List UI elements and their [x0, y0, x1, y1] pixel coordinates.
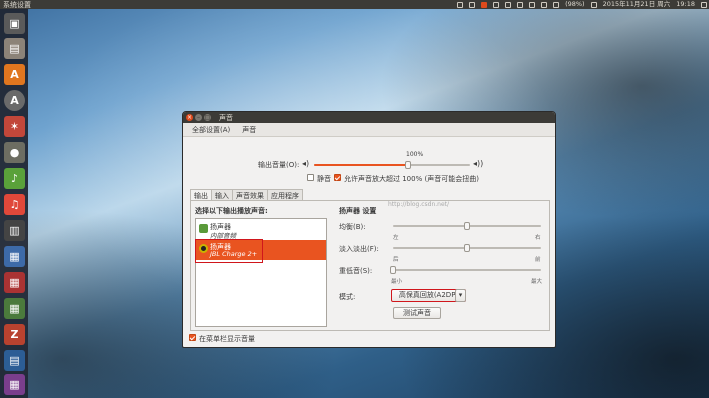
- disk-icon[interactable]: ●: [4, 142, 25, 163]
- chevron-down-icon[interactable]: ▾: [455, 289, 466, 302]
- highlight-box: [195, 239, 263, 263]
- app-icon-6[interactable]: ▦: [4, 374, 25, 395]
- gear-icon[interactable]: [701, 1, 707, 8]
- watermark: http://blog.csdn.net/: [388, 201, 450, 208]
- settings-icon[interactable]: ✶: [4, 116, 25, 137]
- fade-front-label: 前: [535, 257, 541, 263]
- network-updown-icon[interactable]: [541, 1, 548, 8]
- maximize-icon[interactable]: □: [204, 114, 211, 121]
- output-volume-label: 输出音量(O):: [258, 161, 300, 169]
- files-icon[interactable]: ▣: [4, 13, 25, 34]
- mail-icon[interactable]: [529, 1, 536, 8]
- subwoofer-min-label: 最小: [391, 279, 403, 285]
- printer-icon[interactable]: ▥: [4, 220, 25, 241]
- fade-label: 淡入淡出(F):: [339, 245, 379, 253]
- subwoofer-handle[interactable]: [390, 266, 396, 274]
- subwoofer-slider[interactable]: [390, 266, 541, 274]
- subwoofer-max-label: 最大: [531, 279, 543, 285]
- output-device-list: 扬声器 内部音频 扬声器 JBL Charge 2+: [195, 218, 327, 327]
- keyboard-icon[interactable]: [469, 1, 476, 8]
- mode-label: 模式:: [339, 293, 356, 301]
- speaker-icon: [199, 224, 208, 233]
- updates-icon[interactable]: A: [4, 90, 25, 111]
- minimize-icon[interactable]: –: [195, 114, 202, 121]
- network-icon[interactable]: [457, 1, 464, 8]
- top-panel: 系统设置 (98%) 2015年11月21日 周六 19:18: [0, 0, 709, 9]
- mute-checkbox[interactable]: [307, 174, 314, 181]
- device-list-heading: 选择以下输出播放声音:: [195, 207, 268, 215]
- balance-left-label: 左: [393, 235, 399, 241]
- output-tab-panel: 选择以下输出播放声音: 扬声器 内部音频 扬声器 JBL Charge 2+ 扬…: [190, 200, 550, 331]
- overamplify-label: 允许声音放大超过 100% (声音可能会扭曲): [344, 175, 479, 183]
- app-icon-4[interactable]: Z: [4, 324, 25, 345]
- software-center-icon[interactable]: A: [4, 64, 25, 85]
- time-text[interactable]: 19:18: [676, 0, 695, 9]
- subwoofer-label: 重低音(S):: [339, 267, 373, 275]
- settings-heading: 扬声器 设置: [339, 207, 377, 215]
- volume-100-mark: 100%: [406, 151, 424, 158]
- battery-percentage[interactable]: (98%): [565, 0, 585, 9]
- app-icon-5[interactable]: ▤: [4, 350, 25, 371]
- show-volume-in-menubar-label: 在菜单栏显示音量: [199, 335, 255, 343]
- balance-label: 均衡(B):: [339, 223, 366, 231]
- volume-icon[interactable]: [590, 1, 597, 8]
- overamplify-checkbox[interactable]: [334, 174, 341, 181]
- balance-handle[interactable]: [464, 222, 470, 230]
- wifi-icon[interactable]: [517, 1, 524, 8]
- output-volume-slider[interactable]: [314, 161, 470, 169]
- fade-rear-label: 后: [393, 257, 399, 263]
- list-item[interactable]: 扬声器 内部音频: [196, 220, 326, 240]
- app-icon[interactable]: ▦: [4, 246, 25, 267]
- rhythmbox-icon[interactable]: ♪: [4, 168, 25, 189]
- mute-label: 静音: [317, 175, 331, 183]
- input-method-icon[interactable]: [493, 1, 500, 8]
- app-icon-3[interactable]: ▦: [4, 298, 25, 319]
- mode-value: 高保真回放(A2DP): [398, 291, 459, 299]
- music-icon[interactable]: ♫: [4, 194, 25, 215]
- bluetooth-icon[interactable]: [505, 1, 512, 8]
- all-settings-button[interactable]: 全部设置(A): [189, 124, 233, 136]
- volume-high-icon: ◂)): [473, 159, 484, 168]
- volume-low-icon: ◂): [302, 159, 310, 168]
- show-volume-in-menubar-checkbox[interactable]: [189, 334, 196, 341]
- breadcrumb-current[interactable]: 声音: [239, 124, 259, 136]
- balance-right-label: 右: [535, 235, 541, 241]
- window-title: 声音: [219, 113, 233, 122]
- date-text[interactable]: 2015年11月21日 周六: [603, 0, 671, 9]
- output-volume-fill: [314, 164, 408, 166]
- fade-slider[interactable]: [393, 244, 541, 252]
- music-indicator-icon[interactable]: [481, 1, 488, 8]
- battery-icon[interactable]: [553, 1, 560, 8]
- system-tray: (98%) 2015年11月21日 周六 19:18: [457, 0, 707, 9]
- balance-slider[interactable]: [393, 222, 541, 230]
- output-volume-section: 输出音量(O): ◂) 100% ◂)) 静音 允许声音放大超过 100% (声…: [183, 149, 555, 183]
- file-manager-icon[interactable]: ▤: [4, 38, 25, 59]
- output-volume-handle[interactable]: [404, 161, 411, 169]
- launcher: ▣ ▤ A A ✶ ● ♪ ♫ ▥ ▦ ▦ ▦ Z ▤ ▦: [0, 9, 28, 398]
- fade-handle[interactable]: [464, 244, 470, 252]
- window-titlebar: × – □ 声音: [183, 112, 555, 123]
- close-icon[interactable]: ×: [186, 114, 193, 121]
- sound-settings-window: × – □ 声音 全部设置(A) 声音 输出音量(O): ◂) 100% ◂))…: [182, 111, 556, 348]
- test-sound-button[interactable]: 测试声音: [393, 307, 441, 319]
- test-sound-label: 测试声音: [403, 309, 431, 317]
- app-icon-2[interactable]: ▦: [4, 272, 25, 293]
- window-toolbar: 全部设置(A) 声音: [183, 123, 555, 137]
